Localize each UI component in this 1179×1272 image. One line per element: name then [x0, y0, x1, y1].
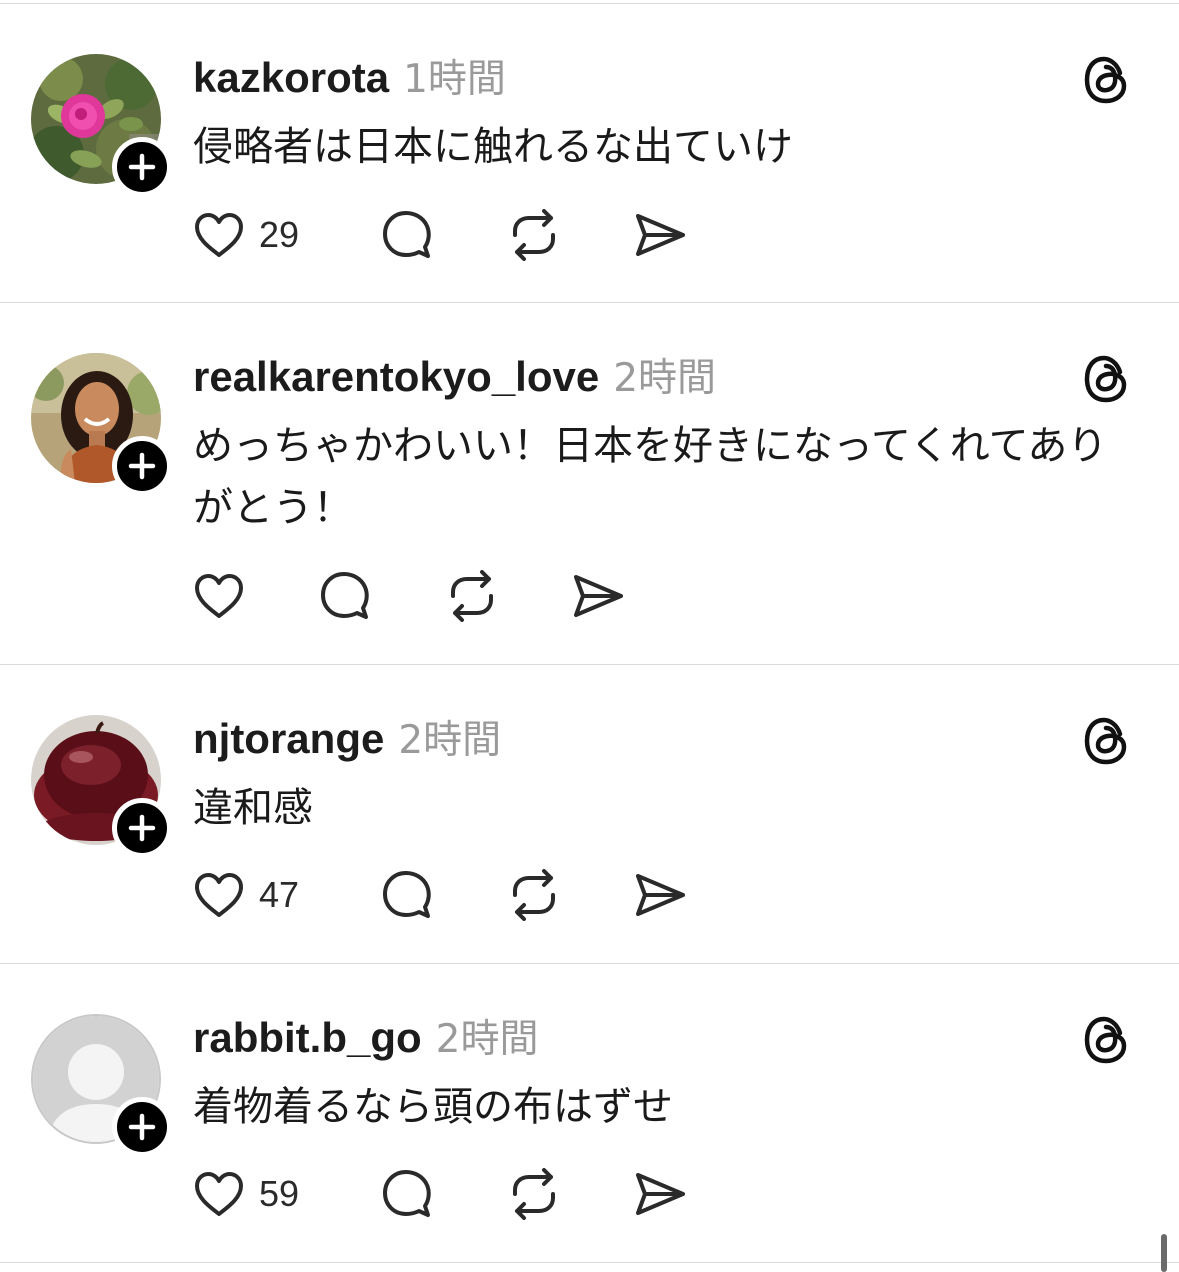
action-bar: 47	[193, 868, 687, 922]
follow-button[interactable]	[112, 436, 172, 496]
repost-icon	[513, 1168, 555, 1220]
timestamp: 2時間	[398, 718, 502, 763]
like-count: 47	[259, 874, 300, 915]
post-item: rabbit.b_go 2時間 着物着るなら頭の布はずせ 59	[0, 963, 1179, 1263]
plus-icon	[128, 452, 156, 480]
username[interactable]: realkarentokyo_love	[193, 353, 599, 401]
comment-icon	[383, 1170, 431, 1217]
reply-button[interactable]	[381, 1168, 507, 1220]
like-count: 29	[259, 214, 300, 255]
repost-button[interactable]	[445, 570, 571, 622]
like-button[interactable]: 59	[193, 1170, 381, 1218]
threads-logo-icon[interactable]	[1082, 54, 1130, 106]
post-item: kazkorota 1時間 侵略者は日本に触れるな出ていけ 29	[0, 3, 1179, 303]
heart-icon	[195, 213, 243, 257]
share-button[interactable]	[633, 211, 687, 259]
share-button[interactable]	[571, 572, 625, 620]
send-icon	[636, 1173, 685, 1215]
like-button[interactable]: 47	[193, 871, 381, 919]
repost-button[interactable]	[507, 869, 633, 921]
reply-button[interactable]	[381, 209, 507, 261]
comment-icon	[383, 211, 431, 258]
share-button[interactable]	[633, 1170, 687, 1218]
repost-icon	[513, 209, 555, 261]
threads-reply-feed: kazkorota 1時間 侵略者は日本に触れるな出ていけ 29 realkar…	[0, 0, 1179, 1272]
follow-button[interactable]	[112, 798, 172, 858]
plus-icon	[128, 153, 156, 181]
timestamp: 1時間	[403, 57, 506, 102]
follow-button[interactable]	[112, 1097, 172, 1157]
plus-icon	[128, 814, 156, 842]
post-text: 着物着るなら頭の布はずせ	[193, 1084, 673, 1130]
repost-button[interactable]	[507, 1168, 633, 1220]
username[interactable]: kazkorota	[193, 54, 389, 102]
repost-icon	[451, 570, 493, 622]
post-header: njtorange 2時間	[193, 709, 501, 765]
send-icon	[636, 214, 685, 256]
send-icon	[636, 874, 685, 916]
like-count: 59	[259, 1173, 300, 1214]
threads-logo-icon[interactable]	[1082, 353, 1130, 405]
heart-icon	[195, 1172, 243, 1216]
heart-icon	[195, 574, 243, 618]
post-item: njtorange 2時間 違和感 47	[0, 664, 1179, 964]
threads-logo-icon[interactable]	[1082, 1014, 1130, 1066]
username[interactable]: njtorange	[193, 715, 384, 763]
send-icon	[574, 575, 623, 617]
timestamp: 2時間	[613, 356, 717, 401]
post-text: 侵略者は日本に触れるな出ていけ	[193, 124, 793, 170]
post-text: 違和感	[193, 785, 313, 831]
action-bar: 29	[193, 208, 687, 262]
like-button[interactable]	[193, 572, 319, 620]
repost-button[interactable]	[507, 209, 633, 261]
username[interactable]: rabbit.b_go	[193, 1014, 422, 1062]
divider	[0, 1262, 1179, 1272]
share-button[interactable]	[633, 871, 687, 919]
comment-icon	[321, 572, 369, 619]
plus-icon	[128, 1113, 156, 1141]
scrollbar[interactable]	[1161, 1234, 1167, 1272]
action-bar: 59	[193, 1167, 687, 1221]
post-header: rabbit.b_go 2時間	[193, 1008, 539, 1064]
like-button[interactable]: 29	[193, 211, 381, 259]
follow-button[interactable]	[112, 137, 172, 197]
reply-button[interactable]	[381, 869, 507, 921]
comment-icon	[383, 871, 431, 918]
timestamp: 2時間	[435, 1017, 539, 1062]
action-bar	[193, 569, 625, 623]
heart-icon	[195, 873, 243, 917]
post-text: めっちゃかわいい！日本を好きになってくれてありがとう！	[193, 423, 1108, 531]
post-header: kazkorota 1時間	[193, 48, 506, 104]
repost-icon	[513, 869, 555, 921]
reply-button[interactable]	[319, 570, 445, 622]
threads-logo-icon[interactable]	[1082, 715, 1130, 767]
post-item: realkarentokyo_love 2時間 めっちゃかわいい！日本を好きにな…	[0, 302, 1179, 664]
post-header: realkarentokyo_love 2時間	[193, 347, 716, 403]
